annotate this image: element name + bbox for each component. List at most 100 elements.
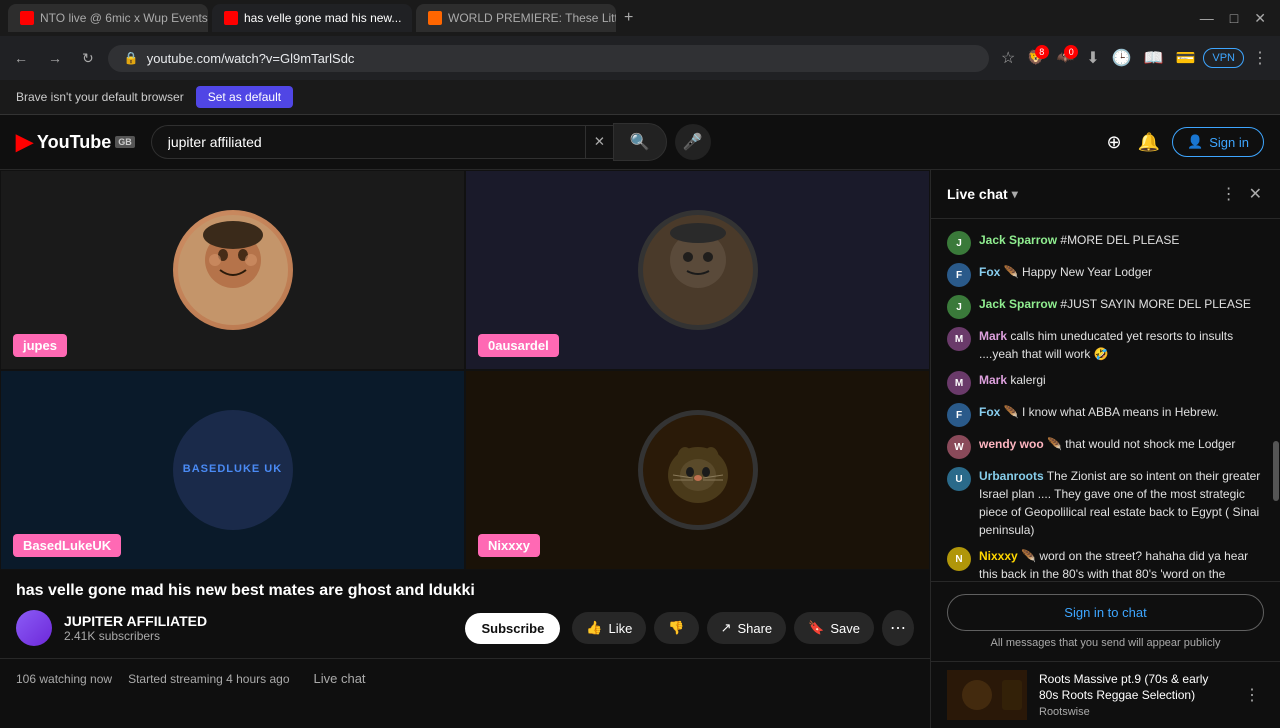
video-info: has velle gone mad his new best mates ar… xyxy=(0,570,930,658)
msg-avatar-5: F xyxy=(947,403,971,427)
rewards-button[interactable]: 🦇 0 xyxy=(1053,45,1078,71)
dislike-icon: 👎 xyxy=(668,620,684,636)
rec-more-button[interactable]: ⋮ xyxy=(1240,681,1264,709)
wallet-button[interactable]: 💳 xyxy=(1171,44,1199,72)
basedluke-logo-text: BASEDLUKE UK xyxy=(183,463,282,475)
action-buttons: 👍 Like 👎 ↗ Share 🔖 Save ⋯ xyxy=(572,610,914,646)
youtube-logo-icon: ▶ xyxy=(16,129,33,155)
nixxxy-avatar xyxy=(638,410,758,530)
stream-started: Started streaming 4 hours ago xyxy=(128,672,289,686)
msg-content-6: wendy woo 🪶 that would not shock me Lodg… xyxy=(979,435,1264,453)
maximize-button[interactable]: □ xyxy=(1224,6,1244,31)
chat-message-7: U Urbanroots The Zionist are so intent o… xyxy=(931,463,1280,543)
like-icon: 👍 xyxy=(586,620,602,636)
back-button[interactable]: ← xyxy=(8,46,34,70)
msg-author-6: wendy woo 🪶 xyxy=(979,437,1062,451)
downloads-button[interactable]: ⬇ xyxy=(1082,44,1103,72)
voice-search-button[interactable]: 🎤 xyxy=(675,124,711,160)
close-window-button[interactable]: ✕ xyxy=(1248,6,1272,31)
bookmark-button[interactable]: ☆ xyxy=(997,44,1019,72)
basedluke-avatar: BASEDLUKE UK xyxy=(173,410,293,530)
channel-avatar xyxy=(16,610,52,646)
video-cell-oausardel: 0ausardel xyxy=(465,170,930,370)
msg-author-1: Fox 🪶 xyxy=(979,265,1019,279)
msg-avatar-1: F xyxy=(947,263,971,287)
create-button[interactable]: ⊕ xyxy=(1103,128,1126,157)
dislike-button[interactable]: 👎 xyxy=(654,612,698,644)
new-tab-button[interactable]: + xyxy=(620,9,637,27)
live-chat-panel: Live chat ▾ ⋮ ✕ J Jack Sparrow #MORE DEL… xyxy=(930,170,1280,728)
chat-message-1: F Fox 🪶 Happy New Year Lodger xyxy=(931,259,1280,291)
search-submit-button[interactable]: 🔍 xyxy=(613,123,667,161)
more-actions-button[interactable]: ⋯ xyxy=(882,610,914,646)
scrollbar-thumb[interactable] xyxy=(1273,441,1279,501)
save-label: Save xyxy=(830,621,860,636)
chat-message-3: M Mark calls him uneducated yet resorts … xyxy=(931,323,1280,367)
chat-title-chevron: ▾ xyxy=(1012,187,1018,201)
set-default-button[interactable]: Set as default xyxy=(196,86,293,108)
msg-author-3: Mark xyxy=(979,329,1007,343)
msg-body-2: #JUST SAYIN MORE DEL PLEASE xyxy=(1060,297,1251,311)
save-button[interactable]: 🔖 Save xyxy=(794,612,874,644)
youtube-header: ▶ YouTube GB ✕ 🔍 🎤 ⊕ 🔔 👤 Sign in xyxy=(0,115,1280,170)
chat-header: Live chat ▾ ⋮ ✕ xyxy=(931,170,1280,219)
nav-bar: ← → ↻ 🔒 youtube.com/watch?v=Gl9mTarlSdc … xyxy=(0,36,1280,80)
address-text: youtube.com/watch?v=Gl9mTarlSdc xyxy=(147,51,973,66)
tab-3-favicon xyxy=(428,11,442,25)
msg-body-0: #MORE DEL PLEASE xyxy=(1060,233,1179,247)
youtube-logo[interactable]: ▶ YouTube GB xyxy=(16,129,135,155)
msg-avatar-0: J xyxy=(947,231,971,255)
chat-message-0: J Jack Sparrow #MORE DEL PLEASE xyxy=(931,227,1280,259)
rec-thumbnail xyxy=(947,670,1027,720)
tab-1[interactable]: NTO live @ 6mic x Wup Events - Yo... xyxy=(8,4,208,32)
notifications-button[interactable]: 🔔 xyxy=(1134,128,1164,157)
search-input[interactable] xyxy=(151,125,585,159)
chat-more-button[interactable]: ⋮ xyxy=(1219,182,1239,206)
bookmarks-panel-button[interactable]: 📖 xyxy=(1140,44,1168,72)
channel-name: JUPITER AFFILIATED xyxy=(64,613,453,629)
rec-title: Roots Massive pt.9 (70s & early 80s Root… xyxy=(1039,672,1228,703)
msg-body-3: calls him uneducated yet resorts to insu… xyxy=(979,329,1233,361)
subscribe-button[interactable]: Subscribe xyxy=(465,613,560,644)
reload-button[interactable]: ↻ xyxy=(76,46,100,71)
live-chat-stats-tab[interactable]: Live chat xyxy=(306,667,374,690)
tab-1-favicon xyxy=(20,11,34,25)
chat-title[interactable]: Live chat ▾ xyxy=(947,186,1018,202)
nav-icons: ☆ 🦁 8 🦇 0 ⬇ 🕒 📖 💳 VPN ⋮ xyxy=(997,44,1272,72)
msg-avatar-7: U xyxy=(947,467,971,491)
jupes-name-badge: jupes xyxy=(13,334,67,357)
basedluke-name-badge: BasedLukeUK xyxy=(13,534,121,557)
person-icon: 👤 xyxy=(1187,134,1203,150)
share-button[interactable]: ↗ Share xyxy=(707,612,787,644)
sign-in-chat-button[interactable]: Sign in to chat xyxy=(947,594,1264,631)
msg-content-4: Mark kalergi xyxy=(979,371,1264,389)
like-label: Like xyxy=(609,621,633,636)
tab-2[interactable]: has velle gone mad his new... ✕ xyxy=(212,4,412,32)
sign-in-button[interactable]: 👤 Sign in xyxy=(1172,127,1264,157)
vpn-button[interactable]: VPN xyxy=(1203,48,1244,68)
rewards-badge: 0 xyxy=(1064,45,1078,59)
nixxxy-cat xyxy=(643,415,753,525)
browser-more-button[interactable]: ⋮ xyxy=(1248,44,1272,72)
msg-content-3: Mark calls him uneducated yet resorts to… xyxy=(979,327,1264,363)
msg-content-8: Nixxxy 🪶 word on the street? hahaha did … xyxy=(979,547,1264,581)
tab-1-label: NTO live @ 6mic x Wup Events - Yo... xyxy=(40,11,208,25)
video-title: has velle gone mad his new best mates ar… xyxy=(16,582,914,600)
minimize-button[interactable]: — xyxy=(1194,6,1220,31)
brave-notice-text: Brave isn't your default browser xyxy=(16,90,184,104)
forward-button[interactable]: → xyxy=(42,46,68,70)
msg-avatar-3: M xyxy=(947,327,971,351)
address-bar[interactable]: 🔒 youtube.com/watch?v=Gl9mTarlSdc xyxy=(108,45,989,72)
search-clear-button[interactable]: ✕ xyxy=(585,125,613,159)
history-button[interactable]: 🕒 xyxy=(1108,44,1136,72)
extensions-button[interactable]: 🦁 8 xyxy=(1023,45,1048,71)
channel-subs: 2.41K subscribers xyxy=(64,629,453,643)
msg-avatar-2: J xyxy=(947,295,971,319)
tab-3[interactable]: WORLD PREMIERE: These Little Onе... xyxy=(416,4,616,32)
msg-content-1: Fox 🪶 Happy New Year Lodger xyxy=(979,263,1264,281)
chat-close-button[interactable]: ✕ xyxy=(1247,182,1264,206)
msg-author-4: Mark xyxy=(979,373,1007,387)
tab-2-close-icon[interactable]: ✕ xyxy=(411,13,412,24)
like-button[interactable]: 👍 Like xyxy=(572,612,646,644)
rec-info: Roots Massive pt.9 (70s & early 80s Root… xyxy=(1039,672,1228,717)
